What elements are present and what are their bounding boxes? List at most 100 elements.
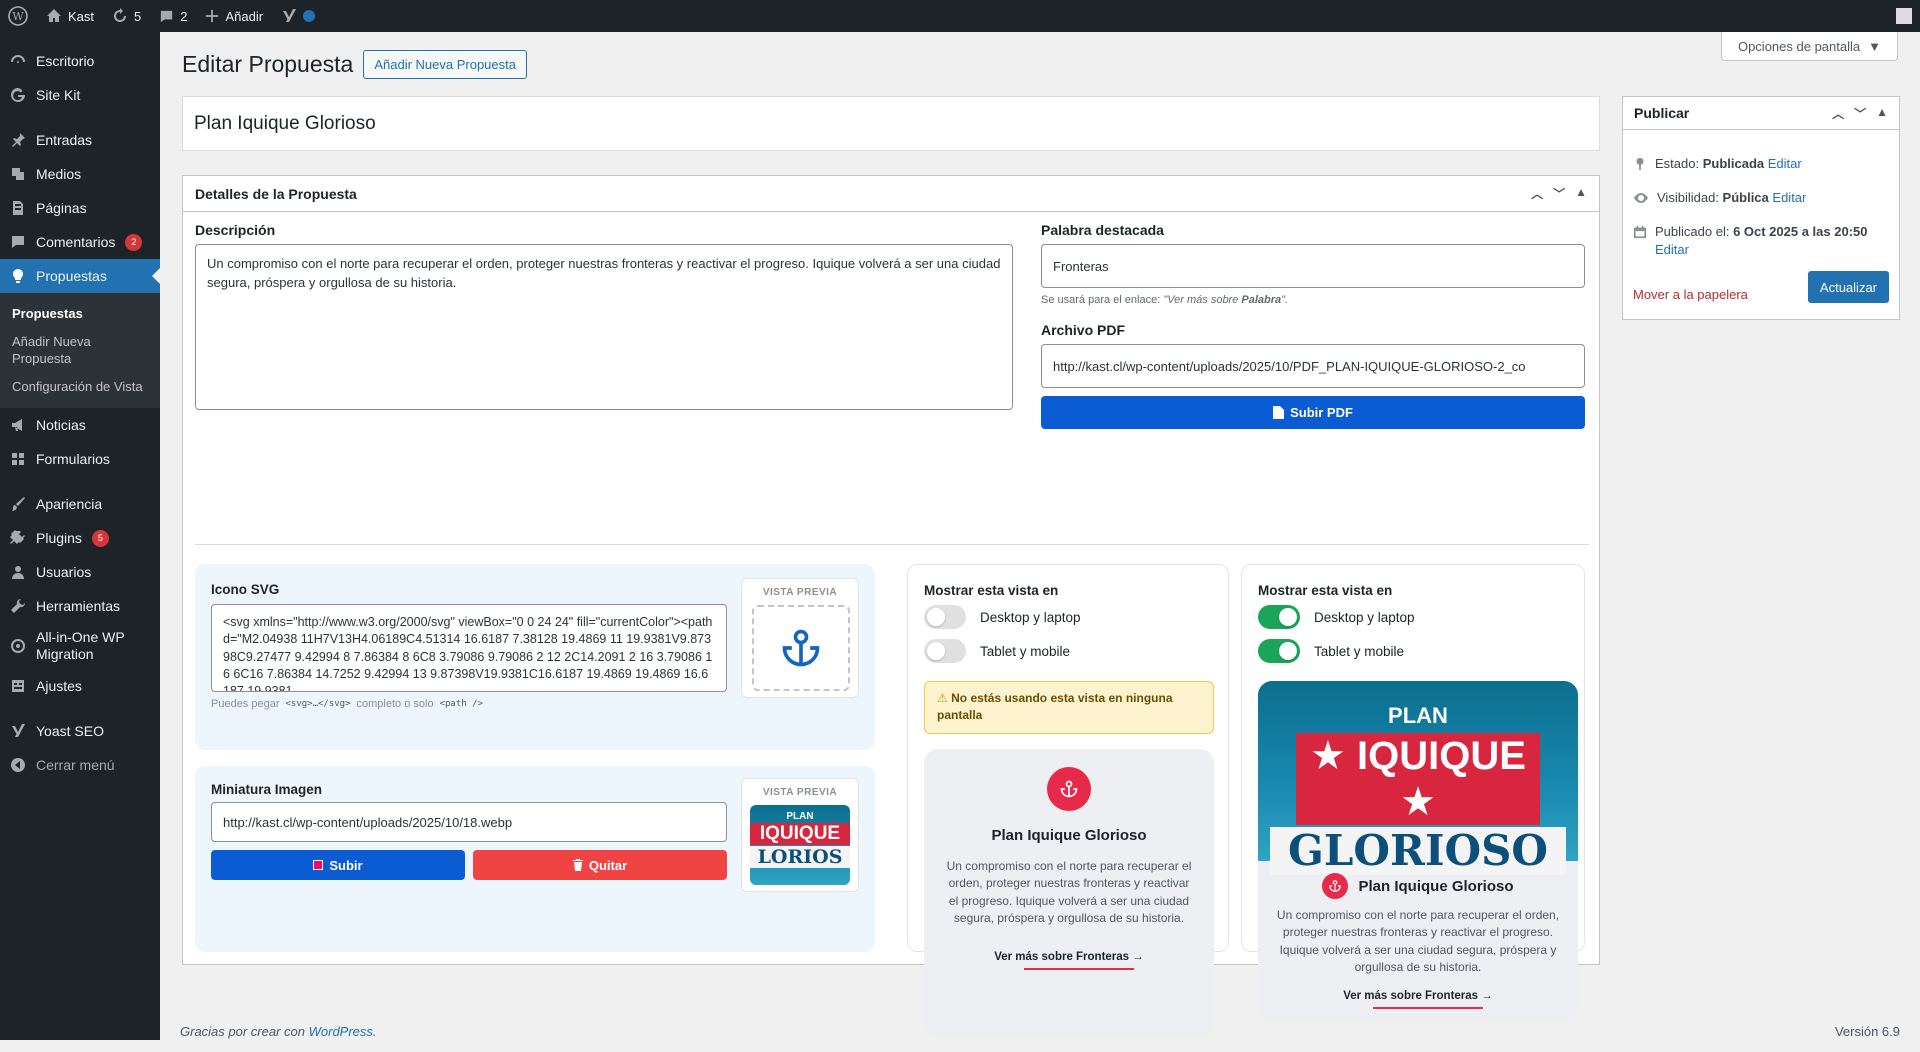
sidebar-item-paginas[interactable]: Páginas: [0, 191, 160, 225]
screen-options-button[interactable]: Opciones de pantalla ▼: [1720, 32, 1898, 61]
sidebar-item-formularios[interactable]: Formularios: [0, 442, 160, 476]
svg-preview-box: VISTA PREVIA: [741, 578, 859, 698]
calendar-icon: [1633, 225, 1647, 239]
view-1-panel: Mostrar esta vista en Desktop y laptop T…: [907, 564, 1229, 1037]
collapse-toggle-icon[interactable]: ▲: [1876, 105, 1888, 122]
upload-image-button[interactable]: Subir: [211, 850, 465, 880]
view-1-title: Mostrar esta vista en: [924, 583, 1059, 598]
move-down-icon[interactable]: ﹀: [1854, 105, 1866, 122]
upload-pdf-button[interactable]: Subir PDF: [1041, 396, 1585, 429]
view-2-desktop-toggle[interactable]: [1258, 605, 1300, 629]
warning-icon: ⚠: [937, 691, 948, 705]
brush-icon: [10, 496, 26, 512]
move-to-trash-link[interactable]: Mover a la papelera: [1633, 287, 1748, 302]
add-new-link[interactable]: Añadir: [205, 9, 263, 24]
svg-preview-label: VISTA PREVIA: [762, 587, 838, 598]
sidebar-item-ajustes[interactable]: Ajustes: [0, 669, 160, 703]
image-icon: [313, 860, 324, 870]
pdf-url-input[interactable]: http://kast.cl/wp-content/uploads/2025/1…: [1041, 344, 1585, 388]
eye-icon: [1634, 193, 1648, 203]
sidebar-item-all-in-one-migration[interactable]: All-in-One WP Migration: [0, 623, 160, 669]
submenu-item-propuestas[interactable]: Propuestas: [0, 300, 160, 328]
submenu-item-configuracion-vista[interactable]: Configuración de Vista: [0, 373, 160, 401]
edit-visibility-link[interactable]: Editar: [1772, 190, 1806, 205]
post-title-input[interactable]: Plan Iquique Glorioso: [182, 96, 1600, 151]
sidebar-item-yoast-seo[interactable]: Yoast SEO: [0, 714, 160, 748]
svg-preview-area: [752, 605, 850, 691]
plus-icon: [206, 9, 219, 23]
comments-badge: 2: [125, 233, 143, 251]
sidebar-item-plugins[interactable]: Plugins 5: [0, 521, 160, 555]
yoast-icon: [283, 9, 297, 22]
updates-link[interactable]: 5: [112, 8, 141, 24]
page-heading: Editar Propuesta Añadir Nueva Propuesta: [182, 50, 527, 79]
view-2-card-link[interactable]: Ver más sobre Fronteras →: [1343, 990, 1493, 1009]
move-up-icon[interactable]: ︿: [1832, 105, 1844, 122]
thumbnail-url-input[interactable]: http://kast.cl/wp-content/uploads/2025/1…: [211, 802, 727, 842]
view-2-title: Mostrar esta vista en: [1258, 583, 1393, 598]
keyword-input[interactable]: Fronteras: [1041, 244, 1585, 288]
collapse-menu-button[interactable]: Cerrar menú: [0, 748, 160, 782]
details-metabox-header[interactable]: Detalles de la Propuesta ︿ ﹀ ▲: [183, 176, 1599, 212]
sidebar-item-noticias[interactable]: Noticias: [0, 408, 160, 442]
comment-icon: [10, 234, 26, 250]
wrench-icon: [10, 598, 26, 614]
site-name-link[interactable]: Kast: [46, 8, 94, 24]
sidebar-item-apariencia[interactable]: Apariencia: [0, 487, 160, 521]
sidebar-item-usuarios[interactable]: Usuarios: [0, 555, 160, 589]
star-icon: ★: [1400, 780, 1436, 824]
description-label: Descripción: [195, 222, 276, 238]
plug-icon: [10, 530, 26, 546]
home-icon: [47, 9, 61, 22]
view-2-card-banner: PLAN ★ IQUIQUE ★ GLORIOSO: [1258, 681, 1578, 875]
remove-image-button[interactable]: Quitar: [473, 850, 727, 880]
page-icon: [10, 200, 26, 216]
admin-bar: W Kast 5 2 Añadir: [0, 0, 1920, 32]
view-1-card-link[interactable]: Ver más sobre Fronteras →: [994, 951, 1144, 970]
sidebar-item-site-kit[interactable]: Site Kit: [0, 78, 160, 112]
move-up-icon[interactable]: ︿: [1531, 185, 1543, 202]
add-new-proposal-button[interactable]: Añadir Nueva Propuesta: [363, 50, 527, 79]
view-1-desktop-toggle[interactable]: [924, 605, 966, 629]
card-anchor-icon: [1322, 873, 1349, 899]
pin-icon: [1636, 157, 1644, 171]
update-button[interactable]: Actualizar: [1807, 271, 1889, 303]
yoast-link[interactable]: [281, 8, 316, 24]
user-icon: [10, 564, 26, 580]
submenu-item-anadir-nueva[interactable]: Añadir Nueva Propuesta: [0, 328, 160, 373]
sidebar-item-propuestas[interactable]: Propuestas: [0, 259, 160, 293]
description-textarea[interactable]: Un compromiso con el norte para recupera…: [195, 244, 1013, 410]
wordpress-link[interactable]: WordPress: [309, 1024, 373, 1039]
edit-date-link[interactable]: Editar: [1655, 242, 1689, 257]
site-name: Kast: [68, 8, 95, 24]
megaphone-icon: [10, 417, 26, 433]
edit-status-link[interactable]: Editar: [1768, 156, 1802, 171]
collapse-toggle-icon[interactable]: ▲: [1575, 185, 1587, 202]
anchor-icon: [782, 629, 820, 667]
move-down-icon[interactable]: ﹀: [1553, 185, 1565, 202]
sidebar-item-medios[interactable]: Medios: [0, 157, 160, 191]
view-1-mobile-toggle[interactable]: [924, 639, 966, 663]
view-2-panel: Mostrar esta vista en Desktop y laptop T…: [1241, 564, 1585, 1021]
wordpress-logo-icon[interactable]: W: [8, 6, 28, 26]
sidebar-item-comentarios[interactable]: Comentarios 2: [0, 225, 160, 259]
sidebar-item-escritorio[interactable]: Escritorio: [0, 44, 160, 78]
google-icon: [10, 87, 26, 103]
keyword-label: Palabra destacada: [1041, 222, 1164, 238]
star-icon: ★: [1310, 734, 1358, 778]
user-avatar[interactable]: [1896, 8, 1912, 24]
view-2-mobile-toggle[interactable]: [1258, 639, 1300, 663]
admin-sidebar: Escritorio Site Kit Entradas Medios Pági…: [0, 32, 160, 1040]
updates-icon: [114, 8, 127, 22]
publish-metabox-header[interactable]: Publicar ︿ ﹀ ▲: [1623, 97, 1899, 130]
thumbnail-preview-image: PLAN IQUIQUE LORIOS: [750, 805, 850, 885]
sidebar-item-entradas[interactable]: Entradas: [0, 123, 160, 157]
updates-count: 5: [134, 8, 142, 24]
propuestas-submenu: Propuestas Añadir Nueva Propuesta Config…: [0, 293, 160, 409]
sidebar-item-herramientas[interactable]: Herramientas: [0, 589, 160, 623]
caret-down-icon: ▼: [1868, 38, 1881, 54]
comments-link[interactable]: 2: [159, 9, 187, 24]
publish-date-row: Publicado el: 6 Oct 2025 a las 20:50 Edit…: [1633, 223, 1891, 259]
publish-visibility-row: Visibilidad: Pública Editar: [1633, 189, 1806, 207]
svg-code-textarea[interactable]: <svg xmlns="http://www.w3.org/2000/svg" …: [211, 604, 727, 692]
